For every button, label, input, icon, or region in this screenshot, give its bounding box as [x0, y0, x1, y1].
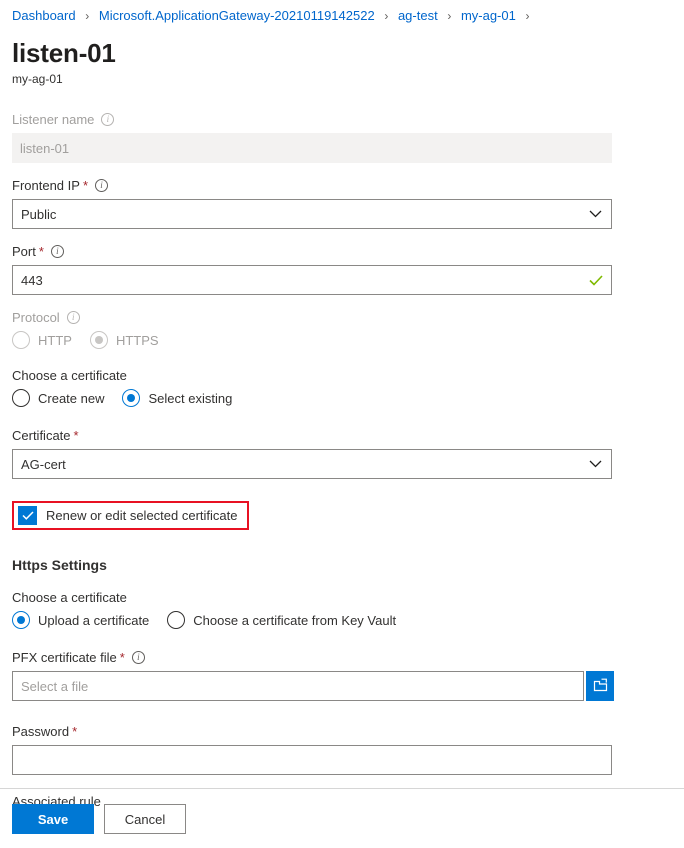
required-asterisk: *: [39, 243, 44, 260]
listener-settings-form: Listener name i listen-01 Frontend IP * …: [0, 111, 684, 831]
renew-certificate-label: Renew or edit selected certificate: [46, 507, 237, 524]
breadcrumb-item-gateway[interactable]: my-ag-01: [461, 8, 516, 23]
field-frontend-ip: Frontend IP * i Public: [12, 177, 672, 229]
https-option-key-vault[interactable]: Choose a certificate from Key Vault: [167, 611, 396, 629]
protocol-label: Protocol i: [12, 309, 672, 326]
required-asterisk: *: [74, 427, 79, 444]
breadcrumb-item-resource-group[interactable]: ag-test: [398, 8, 438, 23]
renew-certificate-highlight-box: Renew or edit selected certificate: [12, 501, 249, 530]
https-option-upload-certificate[interactable]: Upload a certificate: [12, 611, 149, 629]
field-listener-name: Listener name i listen-01: [12, 111, 672, 163]
pfx-file-label: PFX certificate file * i: [12, 649, 672, 666]
protocol-option-https-label: HTTPS: [116, 332, 159, 349]
choose-certificate-label: Choose a certificate: [12, 367, 672, 384]
page-subtitle: my-ag-01: [12, 72, 684, 87]
required-asterisk: *: [72, 723, 77, 740]
frontend-ip-label-text: Frontend IP: [12, 177, 80, 194]
certificate-dropdown-wrap: AG-cert: [12, 449, 612, 479]
renew-certificate-checkbox-row[interactable]: Renew or edit selected certificate: [18, 506, 237, 525]
protocol-label-text: Protocol: [12, 309, 60, 326]
breadcrumb-item-deployment[interactable]: Microsoft.ApplicationGateway-20210119142…: [99, 8, 375, 23]
field-password: Password *: [12, 723, 672, 775]
folder-open-icon: [593, 678, 608, 695]
password-label: Password *: [12, 723, 672, 740]
protocol-option-http: HTTP: [12, 331, 72, 349]
frontend-ip-dropdown[interactable]: Public: [12, 199, 612, 229]
port-label-text: Port: [12, 243, 36, 260]
port-label: Port * i: [12, 243, 672, 260]
checkbox-checked-icon[interactable]: [18, 506, 37, 525]
https-settings-heading: Https Settings: [12, 556, 672, 575]
protocol-option-https: HTTPS: [90, 331, 159, 349]
field-port: Port * i 443: [12, 243, 672, 295]
certificate-option-select-existing-label: Select existing: [148, 390, 232, 407]
breadcrumb-item-dashboard[interactable]: Dashboard: [12, 8, 76, 23]
port-input-wrap: 443: [12, 265, 612, 295]
certificate-dropdown[interactable]: AG-cert: [12, 449, 612, 479]
password-input[interactable]: [12, 745, 612, 775]
https-option-key-vault-label: Choose a certificate from Key Vault: [193, 612, 396, 629]
frontend-ip-dropdown-wrap: Public: [12, 199, 612, 229]
certificate-option-select-existing[interactable]: Select existing: [122, 389, 232, 407]
info-icon[interactable]: i: [67, 311, 80, 324]
radio-icon: [167, 611, 185, 629]
pfx-file-row: Select a file: [12, 671, 672, 701]
breadcrumb-separator-icon: ›: [525, 9, 529, 23]
frontend-ip-label: Frontend IP * i: [12, 177, 672, 194]
port-input[interactable]: 443: [12, 265, 612, 295]
cancel-button[interactable]: Cancel: [104, 804, 186, 834]
certificate-label: Certificate *: [12, 427, 672, 444]
listener-name-label: Listener name i: [12, 111, 672, 128]
info-icon[interactable]: i: [95, 179, 108, 192]
radio-icon: [12, 331, 30, 349]
browse-file-button[interactable]: [586, 671, 614, 701]
https-option-upload-certificate-label: Upload a certificate: [38, 612, 149, 629]
protocol-option-http-label: HTTP: [38, 332, 72, 349]
info-icon[interactable]: i: [101, 113, 114, 126]
valid-checkmark-icon: [589, 265, 603, 295]
footer-divider: [0, 788, 684, 789]
password-label-text: Password: [12, 723, 69, 740]
breadcrumb-separator-icon: ›: [384, 9, 388, 23]
https-choose-certificate-label: Choose a certificate: [12, 589, 672, 606]
footer-actions: Save Cancel: [12, 804, 186, 834]
breadcrumb: Dashboard › Microsoft.ApplicationGateway…: [0, 0, 684, 24]
pfx-file-label-text: PFX certificate file: [12, 649, 117, 666]
protocol-radio-group: HTTP HTTPS: [12, 331, 672, 349]
certificate-option-create-new-label: Create new: [38, 390, 104, 407]
radio-icon-selected: [12, 611, 30, 629]
listener-name-label-text: Listener name: [12, 111, 94, 128]
required-asterisk: *: [83, 177, 88, 194]
info-icon[interactable]: i: [132, 651, 145, 664]
field-choose-certificate: Choose a certificate Create new Select e…: [12, 367, 672, 407]
field-pfx-certificate-file: PFX certificate file * i Select a file: [12, 649, 672, 701]
breadcrumb-separator-icon: ›: [447, 9, 451, 23]
choose-certificate-radio-group: Create new Select existing: [12, 389, 672, 407]
pfx-file-input[interactable]: Select a file: [12, 671, 584, 701]
field-certificate: Certificate * AG-cert: [12, 427, 672, 479]
field-https-choose-certificate: Choose a certificate Upload a certificat…: [12, 589, 672, 629]
radio-icon-selected: [90, 331, 108, 349]
radio-icon-selected: [122, 389, 140, 407]
info-icon[interactable]: i: [51, 245, 64, 258]
required-asterisk: *: [120, 649, 125, 666]
radio-icon: [12, 389, 30, 407]
save-button[interactable]: Save: [12, 804, 94, 834]
listener-name-input: listen-01: [12, 133, 612, 163]
field-protocol: Protocol i HTTP HTTPS: [12, 309, 672, 349]
certificate-label-text: Certificate: [12, 427, 71, 444]
certificate-option-create-new[interactable]: Create new: [12, 389, 104, 407]
breadcrumb-separator-icon: ›: [85, 9, 89, 23]
https-choose-certificate-radio-group: Upload a certificate Choose a certificat…: [12, 611, 672, 629]
page-title: listen-01: [12, 38, 684, 68]
